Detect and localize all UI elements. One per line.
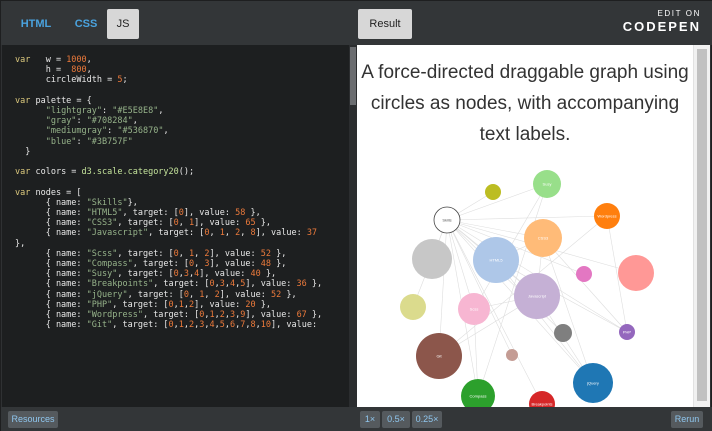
graph-node-label: Compass [470, 394, 487, 399]
graph-node-label: Skills [442, 218, 451, 223]
code-block: var w = 1000, h = 800, circleWidth = 5; … [15, 55, 322, 330]
code-line: { name: "Wordpress", target: [0,1,2,3,9]… [15, 310, 323, 321]
code-line: { name: "jQuery", target: [0, 1, 2], val… [15, 289, 297, 300]
zoom-05x-button[interactable]: 0.5× [382, 411, 410, 428]
code-line: }, [15, 238, 26, 249]
graph-node-label: Susy [543, 182, 552, 187]
force-graph[interactable]: Skills HTML5 CSS3 Javascript Scss Compass Susy… [357, 45, 693, 407]
code-line: { name: "Susy", target: [0,3,4], value: … [15, 269, 277, 280]
tab-result[interactable]: Result [358, 9, 412, 39]
graph-node[interactable] [412, 239, 452, 279]
graph-node-label: Breakpoints [531, 402, 552, 407]
code-line: { name: "Skills"}, [15, 197, 138, 208]
code-line: { name: "HTML5", target: [0], value: 58 … [15, 208, 261, 219]
result-scrollbar-thumb[interactable] [697, 49, 707, 401]
graph-node-label: jQuery [586, 381, 599, 386]
code-line: { name: "Compass", target: [0, 3], value… [15, 259, 287, 270]
zoom-1x-button[interactable]: 1× [360, 411, 380, 428]
code-line: "mediumgray": "#536870", [45, 126, 169, 137]
graph-node-label: Javascript [528, 294, 547, 299]
codepen-embed: HTML CSS JS Result EDIT ON CODEPEN var w… [0, 0, 712, 431]
code-line: circleWidth = 5; [15, 75, 128, 86]
code-line: "blue": "#3B757F" [45, 136, 133, 147]
code-line: var w = 1000, [15, 55, 92, 65]
code-line: { name: "Breakpoints", target: [0,3,4,5]… [15, 279, 323, 290]
code-line: h = 800, [15, 65, 92, 76]
codepen-wordmark: CODEPEN [622, 19, 701, 34]
result-pane: A force-directed draggable graph using c… [357, 45, 693, 407]
graph-node[interactable] [400, 294, 426, 320]
code-line: var palette = { [15, 95, 92, 106]
code-line: var nodes = [ [15, 187, 82, 198]
result-scrollbar[interactable] [693, 45, 710, 407]
bottom-bar: Resources 1× 0.5× 0.25× Rerun [1, 407, 712, 431]
code-line: { name: "Scss", target: [0, 1, 2], value… [15, 248, 287, 259]
code-line: var colors = d3.scale.category20(); [15, 167, 195, 178]
graph-node-label: Wordpress [597, 214, 616, 219]
code-line: } [15, 146, 31, 157]
js-editor[interactable]: var w = 1000, h = 800, circleWidth = 5; … [2, 45, 349, 407]
graph-node-label: HTML5 [489, 258, 503, 263]
graph-node[interactable] [554, 324, 572, 342]
resources-button[interactable]: Resources [8, 411, 58, 428]
tab-css[interactable]: CSS [69, 9, 103, 39]
code-line: { name: "Git", target: [0,1,2,3,4,5,6,7,… [15, 320, 318, 331]
code-line: "lightgray": "#E5E8E8", [45, 106, 164, 117]
code-line: { name: "PHP", target: [0,1,2], value: 2… [15, 299, 271, 310]
editor-scrollbar-thumb[interactable] [350, 47, 356, 105]
code-line: { name: "CSS3", target: [0, 1], value: 6… [15, 218, 271, 229]
graph-node[interactable] [618, 255, 654, 291]
top-bar: HTML CSS JS Result EDIT ON CODEPEN [1, 1, 712, 45]
tab-js[interactable]: JS [107, 9, 139, 39]
code-line: { name: "Javascript", target: [0, 1, 2, … [15, 228, 318, 239]
edit-on-label: EDIT ON [657, 9, 701, 18]
zoom-025x-button[interactable]: 0.25× [412, 411, 442, 428]
graph-node-label: PHP [623, 330, 632, 335]
codepen-logo-link[interactable]: EDIT ON CODEPEN [621, 9, 701, 39]
graph-node-label: Scss [470, 307, 479, 312]
graph-node[interactable] [506, 349, 518, 361]
graph-node[interactable] [576, 266, 592, 282]
graph-node[interactable] [485, 184, 501, 200]
code-line: "gray": "#708284", [45, 116, 138, 127]
tab-html[interactable]: HTML [11, 9, 61, 39]
graph-node-label: Git [436, 354, 442, 359]
rerun-button[interactable]: Rerun [671, 411, 703, 428]
graph-node-label: CSS3 [538, 236, 549, 241]
